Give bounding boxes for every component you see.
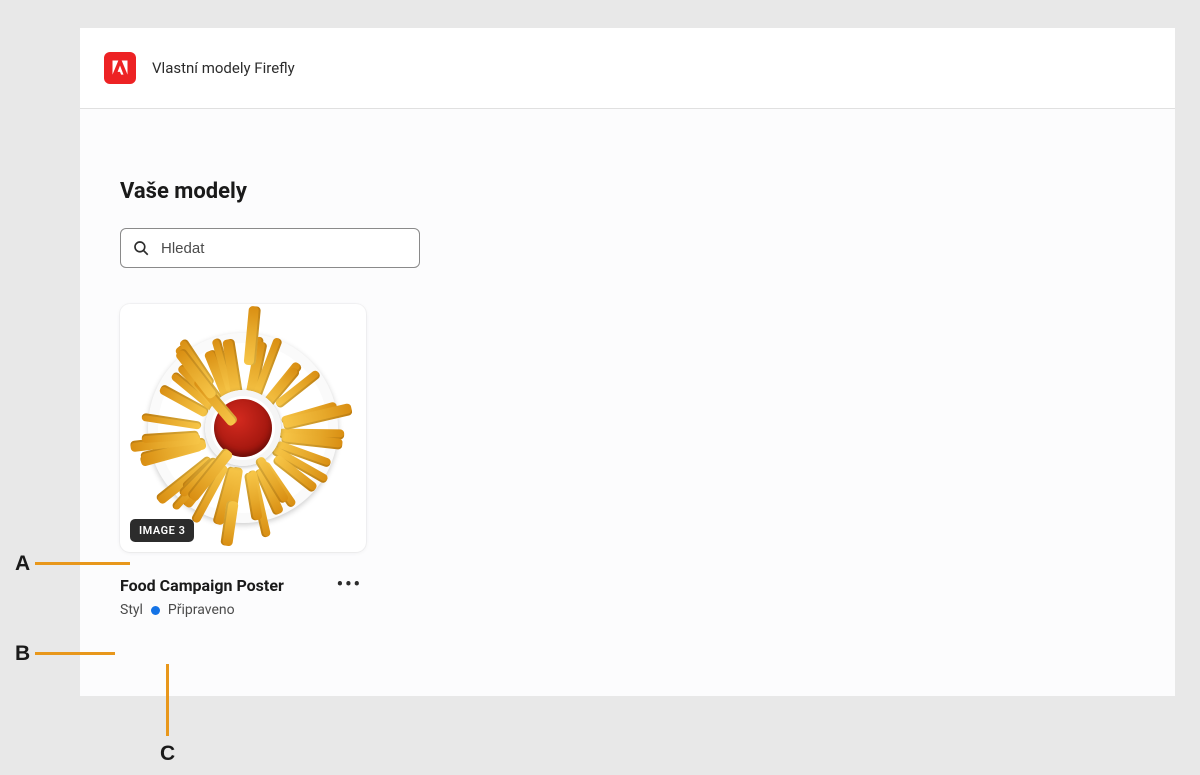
callout-b-label: B (15, 642, 30, 666)
model-status-label: Připraveno (168, 602, 235, 618)
more-options-button[interactable]: ••• (333, 574, 366, 596)
callout-c-label: C (160, 742, 175, 766)
card-meta: Food Campaign Poster ••• Styl Připraveno (120, 574, 366, 618)
model-card[interactable]: IMAGE 3 Food Campaign Poster ••• Styl Př… (120, 304, 366, 618)
models-panel: Vaše modely (120, 179, 460, 618)
search-wrap (120, 228, 460, 268)
app-frame: Vlastní modely Firefly Vaše modely (80, 28, 1175, 696)
callout-b-line (35, 652, 115, 655)
model-title: Food Campaign Poster (120, 576, 284, 595)
image-version-badge: IMAGE 3 (130, 519, 194, 542)
adobe-logo-icon (104, 52, 136, 84)
page-title: Vlastní modely Firefly (152, 59, 295, 77)
callout-c-line (166, 664, 169, 736)
callout-a-line (35, 562, 130, 565)
content-area: Vaše modely (80, 109, 1175, 696)
model-thumbnail[interactable]: IMAGE 3 (120, 304, 366, 552)
status-dot-icon (151, 606, 160, 615)
header: Vlastní modely Firefly (80, 28, 1175, 109)
search-input[interactable] (120, 228, 420, 268)
callout-a-label: A (15, 552, 30, 576)
thumbnail-image (148, 333, 338, 523)
panel-title: Vaše modely (120, 179, 460, 204)
model-type-label: Styl (120, 602, 143, 618)
